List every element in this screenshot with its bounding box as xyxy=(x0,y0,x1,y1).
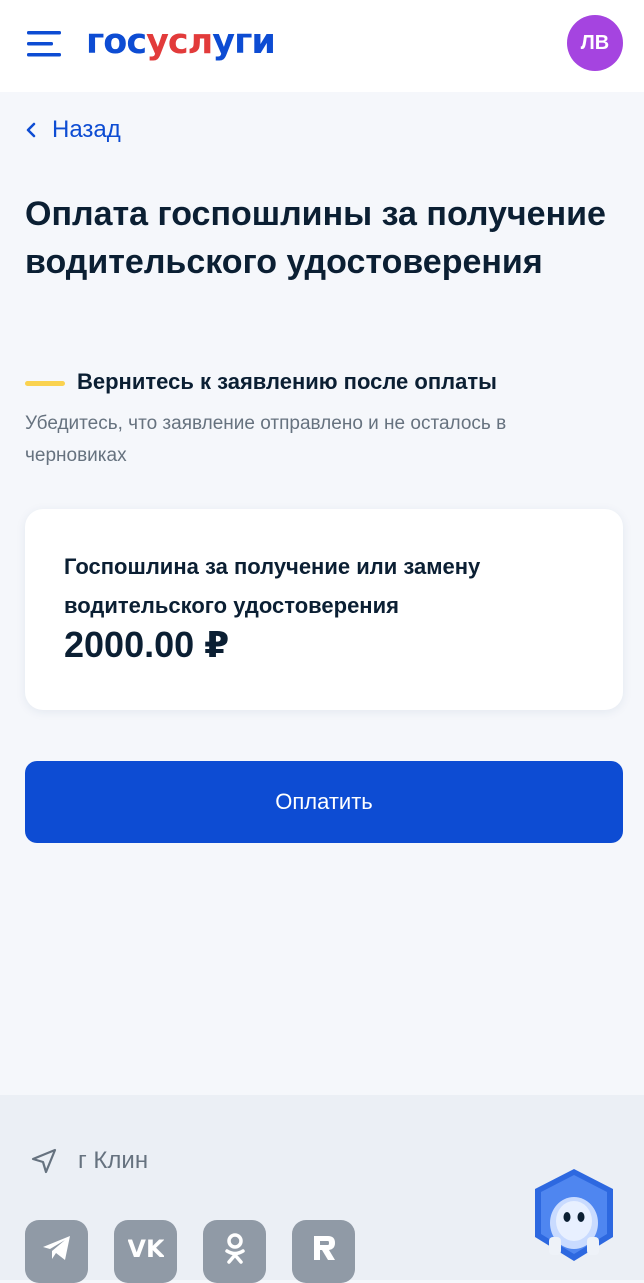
rutube-link[interactable] xyxy=(292,1220,355,1283)
svg-text:VK: VK xyxy=(128,1235,164,1263)
odnoklassniki-icon xyxy=(224,1233,245,1264)
telegram-link[interactable] xyxy=(25,1220,88,1283)
chevron-left-icon xyxy=(26,122,36,138)
logo-part-ugi: уги xyxy=(212,22,276,62)
fee-amount: 2000.00 ₽ xyxy=(64,624,230,665)
social-links: VK xyxy=(25,1220,355,1283)
avatar[interactable]: ЛВ xyxy=(567,15,623,71)
location-label: г Клин xyxy=(78,1147,149,1174)
back-link-label: Назад xyxy=(52,116,121,143)
odnoklassniki-link[interactable] xyxy=(203,1220,266,1283)
app-header: госуслуги ЛВ xyxy=(0,0,644,92)
location-arrow-icon xyxy=(31,1148,57,1174)
vk-link[interactable]: VK xyxy=(114,1220,177,1283)
logo-part-usl: усл xyxy=(146,22,213,62)
telegram-icon xyxy=(42,1236,70,1260)
notice-text: Убедитесь, что заявление отправлено и не… xyxy=(25,413,507,466)
assistant-robot-icon[interactable] xyxy=(527,1165,621,1265)
pay-button[interactable]: Оплатить xyxy=(25,761,623,843)
page-title: Оплата госпошлины за получение водительс… xyxy=(25,195,606,281)
logo-part-gos: гос xyxy=(86,22,147,62)
back-link[interactable]: Назад xyxy=(24,114,121,146)
notice-title: Вернитесь к заявлению после оплаты xyxy=(77,369,497,394)
fee-title: Госпошлина за получение или замену водит… xyxy=(64,554,481,618)
menu-icon[interactable] xyxy=(27,30,61,58)
fee-card: Госпошлина за получение или замену водит… xyxy=(25,509,623,710)
rutube-icon xyxy=(313,1236,335,1260)
notice-accent-bar xyxy=(25,381,65,386)
vk-icon: VK xyxy=(128,1235,164,1263)
location-selector[interactable]: г Клин xyxy=(30,1147,148,1175)
gosuslugi-logo[interactable]: госуслуги xyxy=(86,20,276,64)
